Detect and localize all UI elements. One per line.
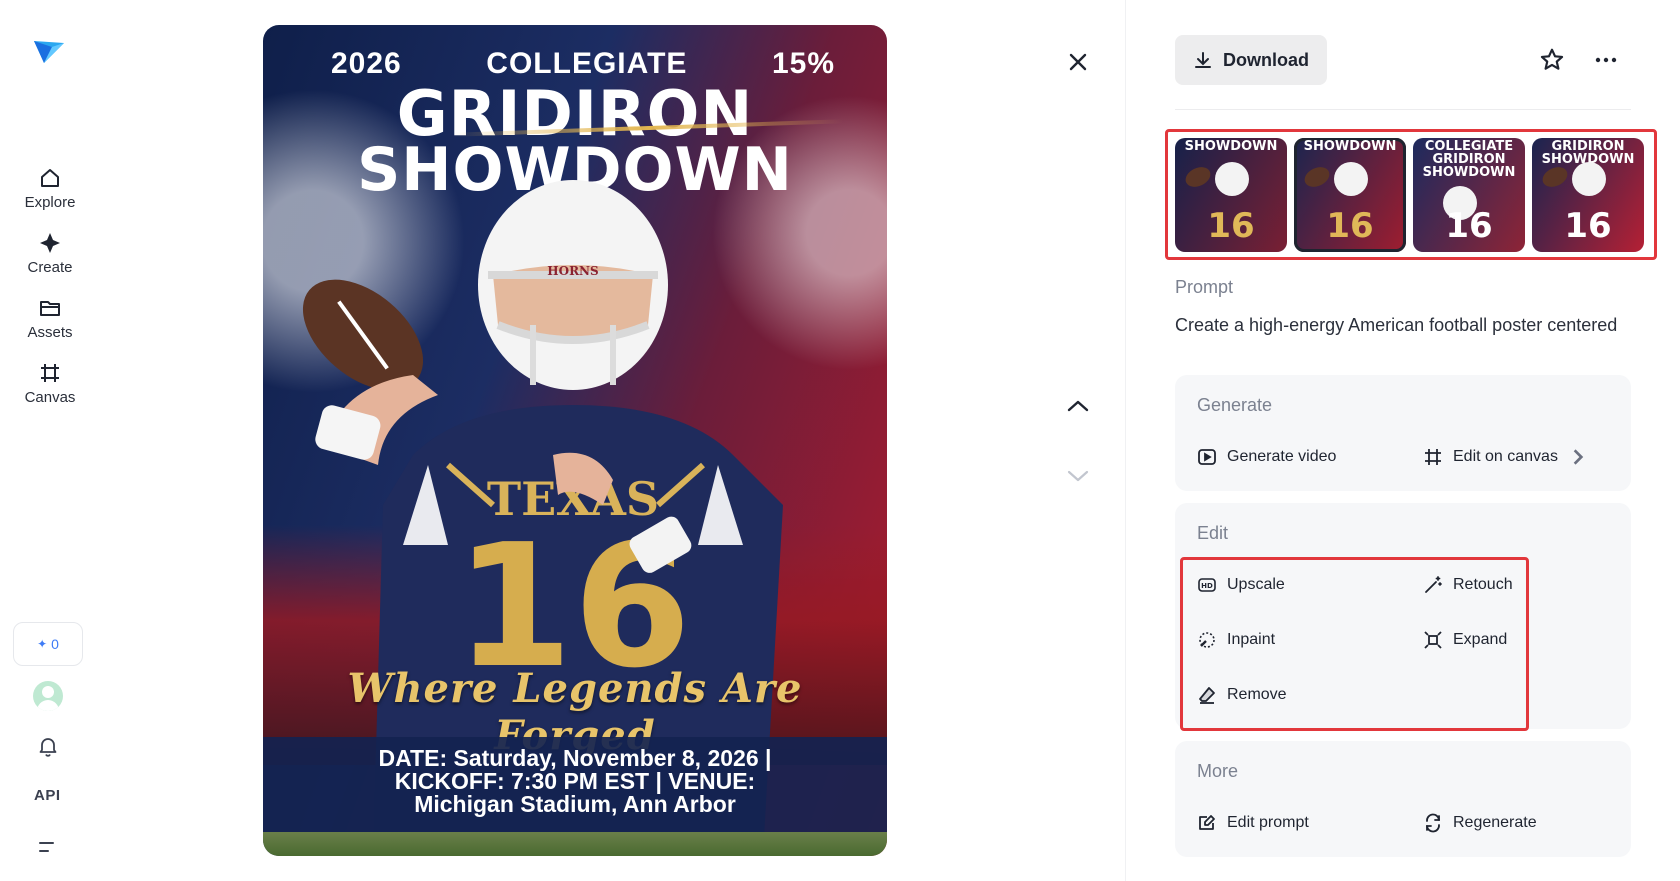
api-link[interactable]: API bbox=[34, 787, 61, 804]
edit-prompt-button[interactable]: Edit prompt bbox=[1197, 813, 1309, 833]
edit-prompt-icon bbox=[1199, 815, 1215, 830]
helmet-text: HORNS bbox=[547, 264, 598, 278]
more-options-icon[interactable] bbox=[1593, 47, 1619, 73]
folder-icon bbox=[40, 301, 60, 316]
canvas-frame-icon bbox=[41, 364, 59, 382]
thumbnail-title: SHOWDOWN bbox=[1184, 139, 1278, 154]
sparkle-icon bbox=[40, 233, 60, 253]
regenerate-icon bbox=[1426, 813, 1440, 833]
chevron-up-icon[interactable] bbox=[1064, 392, 1092, 420]
nav-explore-label: Explore bbox=[24, 194, 76, 211]
download-label: Download bbox=[1223, 49, 1309, 70]
generate-title: Generate bbox=[1197, 395, 1273, 415]
nav-create-label: Create bbox=[27, 259, 73, 276]
video-play-icon bbox=[1198, 449, 1216, 465]
edit-on-canvas-button[interactable]: Edit on canvas bbox=[1423, 447, 1588, 467]
nav-assets[interactable]: Assets bbox=[10, 296, 90, 356]
home-icon bbox=[41, 169, 59, 187]
credits-count: 0 bbox=[51, 636, 59, 652]
nav-canvas-label: Canvas bbox=[24, 389, 76, 406]
prompt-text: Create a high-energy American football p… bbox=[1175, 315, 1618, 335]
thumbnail-2[interactable]: SHOWDOWN 16 bbox=[1294, 138, 1406, 252]
credits-badge[interactable]: ✦ 0 bbox=[13, 622, 83, 666]
credit-sparkle-icon: ✦ bbox=[37, 637, 48, 651]
poster-info-line2: KICKOFF: 7:30 PM EST | VENUE: bbox=[394, 768, 756, 794]
variation-thumbnails: SHOWDOWN 16 SHOWDOWN 16 COLLEGIATE GRIDI… bbox=[1165, 129, 1657, 260]
generated-poster-image: 2026 COLLEGIATE 15% GRIDIRON SHOWDOWN HO… bbox=[263, 25, 887, 856]
download-icon bbox=[1195, 52, 1211, 68]
chevron-right-icon bbox=[1573, 449, 1584, 465]
edit-on-canvas-label: Edit on canvas bbox=[1453, 448, 1558, 465]
nav-create[interactable]: Create bbox=[10, 231, 90, 291]
app-logo-icon[interactable] bbox=[30, 33, 66, 69]
thumbnail-number: 16 bbox=[1564, 206, 1612, 246]
nav-explore[interactable]: Explore bbox=[10, 166, 90, 226]
thumbnail-3[interactable]: COLLEGIATE GRIDIRON SHOWDOWN 16 bbox=[1413, 138, 1525, 252]
header-divider bbox=[1175, 109, 1631, 110]
chevron-down-icon[interactable] bbox=[1064, 462, 1092, 490]
nav-canvas[interactable]: Canvas bbox=[10, 361, 90, 421]
more-title: More bbox=[1197, 761, 1239, 781]
canvas-frame-icon bbox=[1425, 449, 1441, 465]
thumbnail-4[interactable]: GRIDIRON SHOWDOWN 16 bbox=[1532, 138, 1644, 252]
left-sidebar: Explore Create Assets Canvas ✦ 0 API bbox=[0, 0, 100, 881]
edit-actions-highlight bbox=[1180, 557, 1529, 731]
generate-video-button[interactable]: Generate video bbox=[1197, 447, 1336, 467]
regenerate-button[interactable]: Regenerate bbox=[1423, 813, 1537, 833]
menu-icon[interactable] bbox=[37, 838, 57, 856]
more-card: More Edit prompt Regenerate bbox=[1175, 741, 1631, 857]
poster-info-bar: DATE: Saturday, November 8, 2026 | KICKO… bbox=[263, 737, 887, 832]
download-button[interactable]: Download bbox=[1175, 35, 1327, 85]
regenerate-label: Regenerate bbox=[1453, 814, 1537, 831]
edit-title: Edit bbox=[1197, 523, 1229, 543]
nav-assets-label: Assets bbox=[27, 324, 73, 341]
avatar[interactable] bbox=[33, 681, 63, 711]
thumbnail-number: 16 bbox=[1207, 206, 1255, 246]
close-icon[interactable] bbox=[1064, 48, 1092, 76]
thumbnail-1[interactable]: SHOWDOWN 16 bbox=[1175, 138, 1287, 252]
thumbnail-number: 16 bbox=[1326, 206, 1374, 246]
poster-info-line3: Michigan Stadium, Ann Arbor bbox=[414, 791, 736, 817]
thumbnail-number: 16 bbox=[1445, 206, 1493, 246]
poster-info-line1: DATE: Saturday, November 8, 2026 | bbox=[378, 745, 772, 771]
thumbnail-title: SHOWDOWN bbox=[1303, 139, 1397, 154]
panel-divider bbox=[1125, 0, 1126, 881]
prompt-label: Prompt bbox=[1175, 277, 1234, 297]
generate-video-label: Generate video bbox=[1227, 448, 1337, 465]
thumbnail-title: COLLEGIATE GRIDIRON SHOWDOWN bbox=[1422, 139, 1516, 180]
bell-icon[interactable] bbox=[36, 734, 60, 758]
edit-prompt-label: Edit prompt bbox=[1227, 814, 1309, 831]
generate-card: Generate Generate video Edit on canvas bbox=[1175, 375, 1631, 491]
star-icon[interactable] bbox=[1539, 47, 1565, 73]
